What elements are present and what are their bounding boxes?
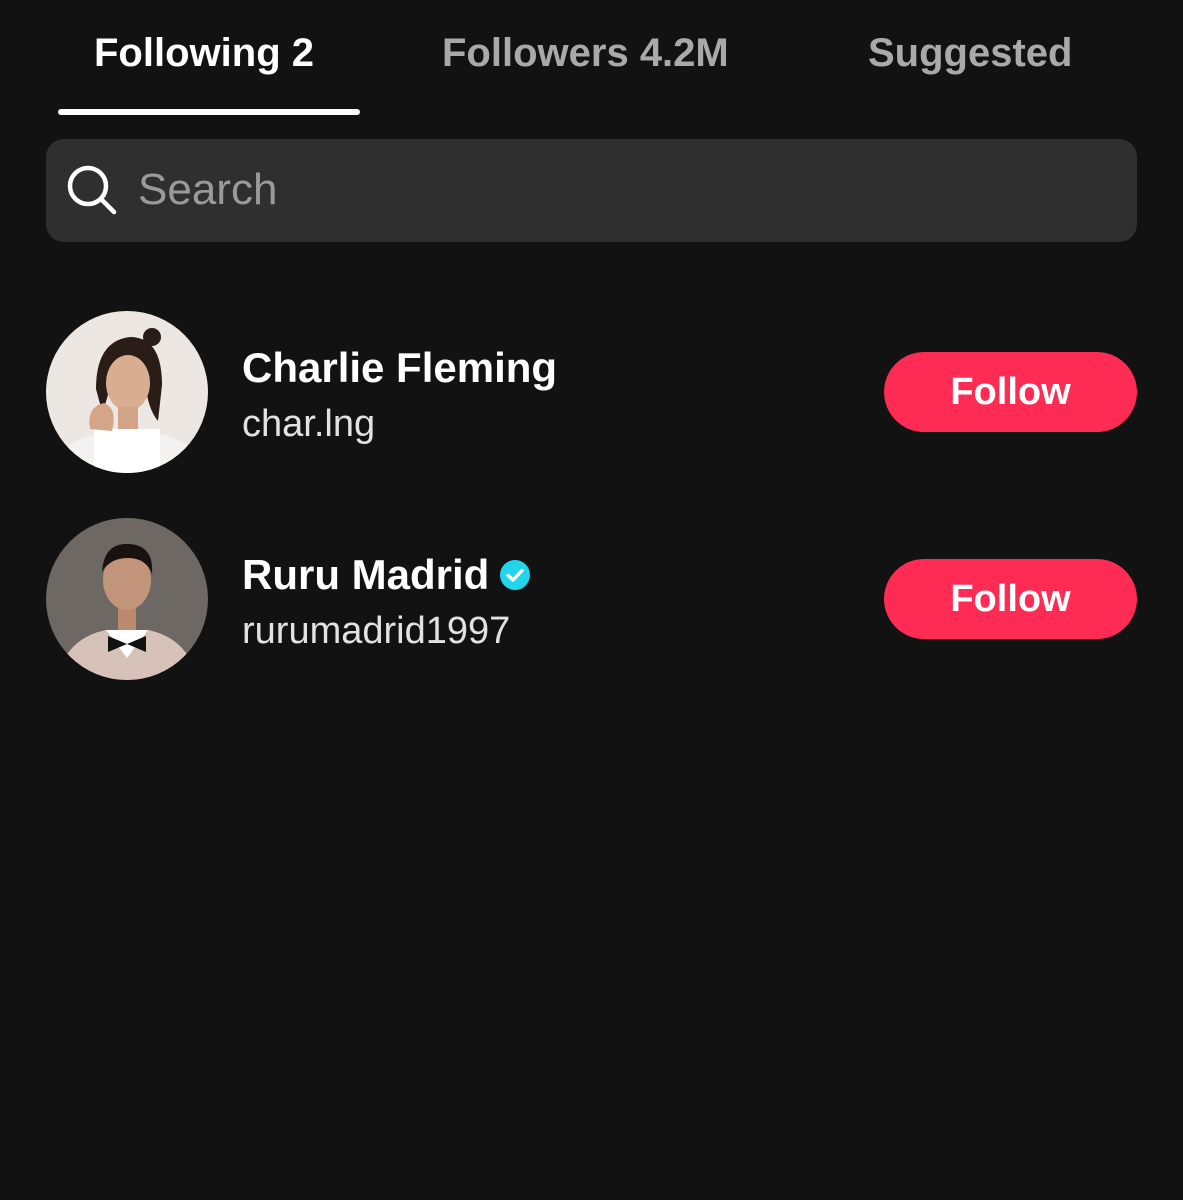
username: rurumadrid1997: [242, 610, 511, 652]
active-tab-indicator: [58, 109, 360, 115]
follow-button[interactable]: Follow: [884, 559, 1137, 639]
avatar[interactable]: [46, 311, 208, 473]
display-name[interactable]: Ruru Madrid: [242, 547, 489, 603]
avatar[interactable]: [46, 518, 208, 680]
name-line: Ruru Madrid: [242, 547, 531, 603]
tab-following[interactable]: Following 2: [94, 26, 314, 80]
follow-button[interactable]: Follow: [884, 352, 1137, 432]
following-page: Following 2 Followers 4.2M Suggested Sea…: [0, 0, 1183, 1200]
name-line: Charlie Fleming: [242, 340, 557, 396]
search-icon: [64, 162, 120, 218]
display-name[interactable]: Charlie Fleming: [242, 340, 557, 396]
verified-badge-icon: [499, 559, 531, 591]
user-list-item[interactable]: Ruru Madrid rurumadrid1997 Follow: [0, 515, 1183, 685]
search-input[interactable]: [138, 157, 1098, 223]
tab-bar: Following 2 Followers 4.2M Suggested: [0, 0, 1183, 116]
tab-followers[interactable]: Followers 4.2M: [442, 26, 729, 80]
user-list-item[interactable]: Charlie Fleming char.lng Follow: [0, 308, 1183, 478]
search-bar[interactable]: [46, 139, 1137, 242]
username: char.lng: [242, 403, 376, 445]
tab-suggested[interactable]: Suggested: [868, 26, 1072, 80]
